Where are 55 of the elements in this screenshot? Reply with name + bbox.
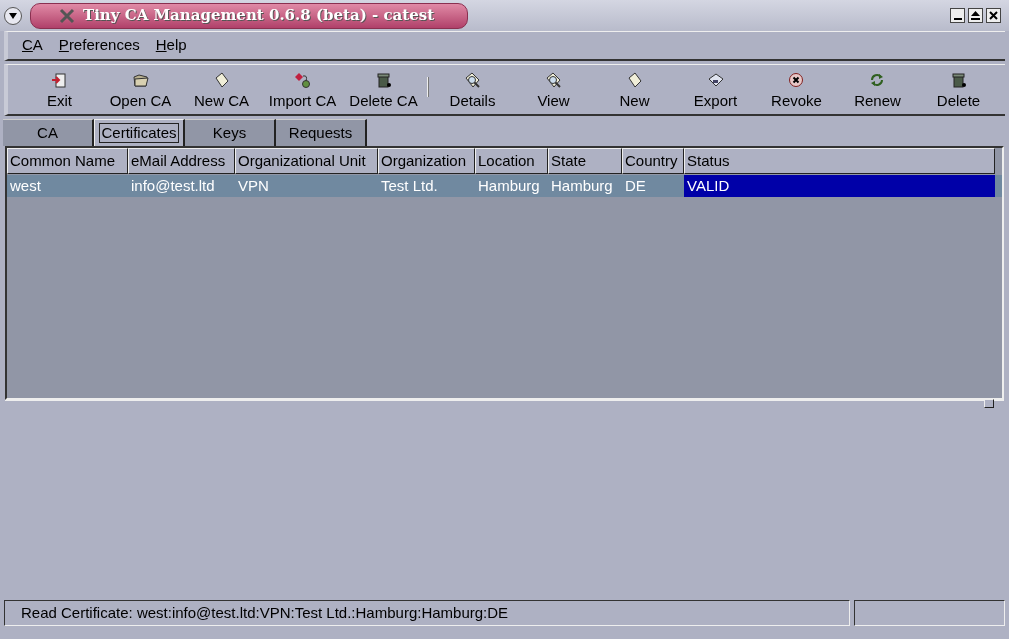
pane-resize-handle[interactable] <box>984 399 994 408</box>
menu-item[interactable]: Preferences <box>58 34 140 57</box>
table-row[interactable]: west info@test.ltd VPN Test Ltd. Hamburg Hamburg DE VALID <box>7 175 1002 197</box>
toolbar-button[interactable]: Renew <box>837 72 918 109</box>
blank-page-icon <box>626 72 643 89</box>
table-cell-text: DE <box>624 175 647 196</box>
page-magnifier-icon <box>545 72 562 89</box>
window-menu-icon[interactable] <box>4 6 22 25</box>
toolbar-button[interactable]: Delete CA <box>343 72 424 109</box>
x-logo-icon <box>59 7 75 24</box>
import-icon <box>294 72 311 89</box>
column-header[interactable]: Location <box>475 148 548 174</box>
table-cell-text: Test Ltd. <box>380 175 439 196</box>
toolbar-button[interactable]: Open CA <box>100 72 181 109</box>
column-header[interactable]: eMail Address <box>128 148 235 174</box>
column-header[interactable]: Country <box>622 148 684 174</box>
tab[interactable]: CA <box>3 119 94 146</box>
column-header[interactable]: Organization <box>378 148 475 174</box>
table-cell-text: Hamburg <box>550 175 614 196</box>
window-title: Tiny CA Management 0.6.8 (beta) - catest <box>83 5 435 27</box>
close-button[interactable] <box>986 8 1001 23</box>
menu-item[interactable]: CA <box>22 34 43 57</box>
exit-door-icon <box>51 72 68 89</box>
toolbar-button[interactable]: New <box>594 72 675 109</box>
tab[interactable]: Certificates <box>94 119 185 146</box>
table-cell-text: VPN <box>237 175 270 196</box>
toolbar-button[interactable]: Import CA <box>262 72 343 109</box>
maximize-button[interactable] <box>968 8 983 23</box>
revoke-x-icon <box>788 72 805 89</box>
toolbar-button[interactable]: Delete <box>918 72 999 109</box>
table-cell-text: info@test.ltd <box>130 175 216 196</box>
table-cell: VALID <box>684 175 995 197</box>
minimize-button[interactable] <box>950 8 965 23</box>
folder-icon <box>132 72 149 89</box>
toolbar-button[interactable]: Revoke <box>756 72 837 109</box>
blank-page-icon <box>213 72 230 89</box>
column-header[interactable]: Status <box>684 148 995 174</box>
tab[interactable]: Keys <box>185 119 276 146</box>
toolbar-button[interactable]: New CA <box>181 72 262 109</box>
column-header[interactable]: Common Name <box>7 148 128 174</box>
toolbar-button[interactable]: View <box>513 72 594 109</box>
menu-item[interactable]: Help <box>155 34 187 57</box>
table-cell-text: Hamburg <box>477 175 541 196</box>
column-header[interactable]: Organizational Unit <box>235 148 378 174</box>
toolbar-button[interactable]: Export <box>675 72 756 109</box>
page-magnifier-icon <box>464 72 481 89</box>
toolbar-button[interactable]: Exit <box>19 72 100 109</box>
circular-arrows-icon <box>869 72 886 89</box>
trash-can-icon <box>375 72 392 89</box>
tab[interactable]: Requests <box>276 119 367 146</box>
table-cell-text: west <box>9 175 42 196</box>
toolbar-button[interactable]: Details <box>432 72 513 109</box>
column-header[interactable]: State <box>548 148 622 174</box>
trash-can-icon <box>950 72 967 89</box>
status-message: Read Certificate: west:info@test.ltd:VPN:Test Ltd.:Hamburg:Hamburg:DE <box>21 602 509 623</box>
